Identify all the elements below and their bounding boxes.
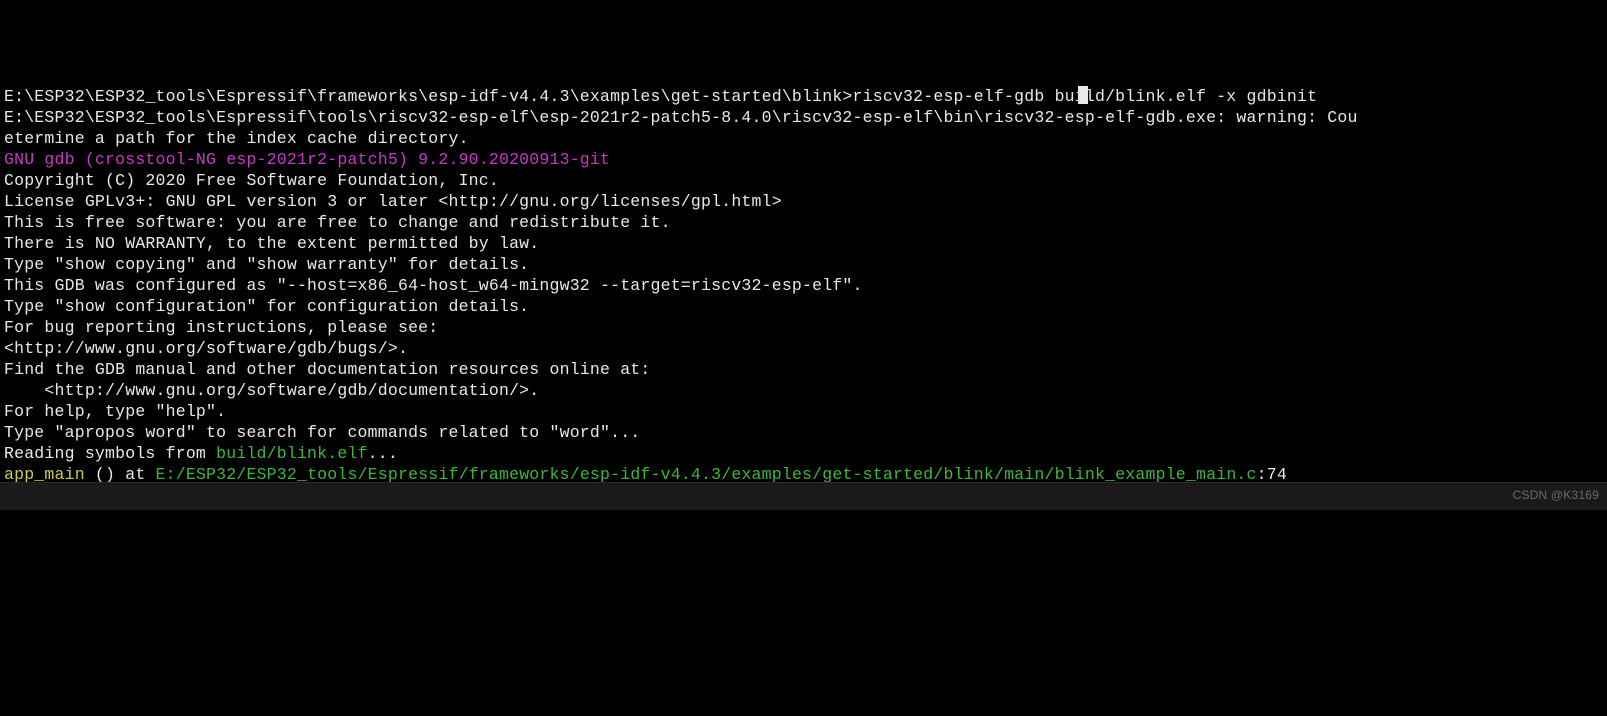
terminal-line: This is free software: you are free to c…: [4, 212, 1603, 233]
terminal-text-segment: etermine a path for the index cache dire…: [4, 129, 469, 148]
terminal-text-segment: GNU gdb (crosstool-NG esp-2021r2-patch5)…: [4, 150, 610, 169]
terminal-text-segment: E:\ESP32\ESP32_tools\Espressif\tools\ris…: [4, 108, 1358, 127]
terminal-line: For help, type "help".: [4, 401, 1603, 422]
terminal-text-segment: Type "show copying" and "show warranty" …: [4, 255, 529, 274]
text-cursor: [1078, 86, 1088, 104]
terminal-text-segment: This GDB was configured as "--host=x86_6…: [4, 276, 863, 295]
terminal-text-segment: Type "show configuration" for configurat…: [4, 297, 529, 316]
terminal-text-segment: Type "apropos word" to search for comman…: [4, 423, 640, 442]
terminal-line: Type "show copying" and "show warranty" …: [4, 254, 1603, 275]
terminal-line: GNU gdb (crosstool-NG esp-2021r2-patch5)…: [4, 149, 1603, 170]
terminal-text-segment: For help, type "help".: [4, 402, 226, 421]
terminal-line: etermine a path for the index cache dire…: [4, 128, 1603, 149]
terminal-line: License GPLv3+: GNU GPL version 3 or lat…: [4, 191, 1603, 212]
terminal-text-segment: build/blink.elf: [216, 444, 368, 463]
terminal-text-segment: Copyright (C) 2020 Free Software Foundat…: [4, 171, 499, 190]
terminal-line: Type "apropos word" to search for comman…: [4, 422, 1603, 443]
terminal-output[interactable]: E:\ESP32\ESP32_tools\Espressif\framework…: [4, 86, 1603, 485]
terminal-line: Type "show configuration" for configurat…: [4, 296, 1603, 317]
terminal-text-segment: Reading symbols from: [4, 444, 216, 463]
terminal-line: E:\ESP32\ESP32_tools\Espressif\framework…: [4, 86, 1603, 107]
terminal-text-segment: E:\ESP32\ESP32_tools\Espressif\framework…: [4, 87, 1317, 106]
terminal-line: Reading symbols from build/blink.elf...: [4, 443, 1603, 464]
terminal-line: <http://www.gnu.org/software/gdb/documen…: [4, 380, 1603, 401]
terminal-line: <http://www.gnu.org/software/gdb/bugs/>.: [4, 338, 1603, 359]
terminal-text-segment: There is NO WARRANTY, to the extent perm…: [4, 234, 539, 253]
terminal-line: E:\ESP32\ESP32_tools\Espressif\tools\ris…: [4, 107, 1603, 128]
terminal-text-segment: For bug reporting instructions, please s…: [4, 318, 438, 337]
terminal-line: Find the GDB manual and other documentat…: [4, 359, 1603, 380]
terminal-text-segment: This is free software: you are free to c…: [4, 213, 671, 232]
terminal-line: Copyright (C) 2020 Free Software Foundat…: [4, 170, 1603, 191]
bottom-bar: [0, 482, 1607, 510]
terminal-line: This GDB was configured as "--host=x86_6…: [4, 275, 1603, 296]
terminal-text-segment: <http://www.gnu.org/software/gdb/bugs/>.: [4, 339, 408, 358]
terminal-text-segment: License GPLv3+: GNU GPL version 3 or lat…: [4, 192, 782, 211]
terminal-line: There is NO WARRANTY, to the extent perm…: [4, 233, 1603, 254]
terminal-text-segment: Find the GDB manual and other documentat…: [4, 360, 651, 379]
terminal-text-segment: ...: [368, 444, 398, 463]
watermark-text: CSDN @K3169: [1513, 485, 1599, 506]
terminal-line: For bug reporting instructions, please s…: [4, 317, 1603, 338]
terminal-text-segment: <http://www.gnu.org/software/gdb/documen…: [4, 381, 539, 400]
